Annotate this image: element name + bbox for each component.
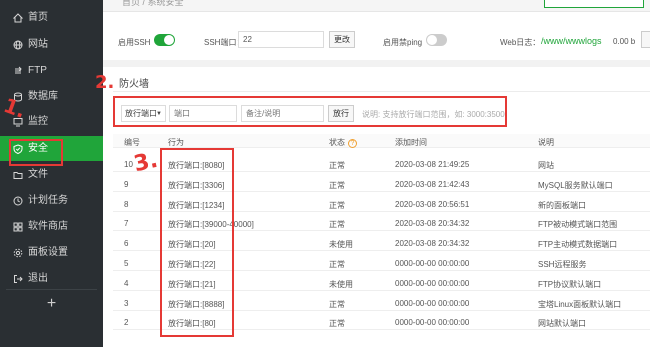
cell-desc: SSH远程服务 <box>538 260 587 269</box>
toggle-knob <box>427 35 437 45</box>
cell-time: 2020-03-08 20:34:32 <box>395 239 470 248</box>
cell-time: 0000-00-00 00:00:00 <box>395 299 470 308</box>
cell-id: 3 <box>124 299 129 308</box>
cell-status: 未使用 <box>329 240 353 249</box>
sidebar-item-label: 文件 <box>28 169 48 180</box>
sidebar-item-ftp[interactable]: FTP <box>0 58 103 83</box>
cell-id: 7 <box>124 219 129 228</box>
col-action-header: 行为 <box>168 138 184 147</box>
annotation-box-actions <box>160 148 234 337</box>
cell-desc: FTP主动模式数据端口 <box>538 240 618 249</box>
col-status-header: 状态? <box>329 137 357 148</box>
sidebar-item-label: 退出 <box>28 273 48 284</box>
status-header-label: 状态 <box>329 138 345 147</box>
logout-icon <box>12 266 24 291</box>
add-icon[interactable]: + <box>0 290 103 317</box>
cell-status: 正常 <box>329 201 345 210</box>
divider <box>113 91 650 92</box>
search-input[interactable] <box>544 0 644 8</box>
toggle-knob <box>164 35 174 45</box>
help-icon[interactable]: ? <box>348 139 357 148</box>
sidebar-item-logout[interactable]: 退出 <box>0 266 103 291</box>
cell-desc: 新的面板端口 <box>538 201 586 210</box>
ssh-toggle-label: 启用SSH <box>118 38 151 47</box>
globe-icon <box>12 32 24 57</box>
cell-status: 正常 <box>329 181 345 190</box>
store-icon <box>12 214 24 239</box>
settings-icon <box>12 240 24 265</box>
cell-status: 正常 <box>329 260 345 269</box>
cell-status: 未使用 <box>329 280 353 289</box>
sidebar: 首页 网站 FTP 数据库 监控 安全 文件 计划任务 软件商店 面板设置 退出… <box>0 0 103 347</box>
change-port-button[interactable]: 更改 <box>329 31 355 48</box>
cell-id: 2 <box>124 318 129 327</box>
home-icon <box>12 5 24 30</box>
cell-id: 6 <box>124 239 129 248</box>
firewall-title: 防火墙 <box>119 79 149 90</box>
breadcrumb: 首页 / 系统安全 <box>122 0 184 7</box>
cell-time: 2020-03-08 20:56:51 <box>395 200 470 209</box>
annotation-box-security <box>9 139 63 166</box>
cell-id: 8 <box>124 200 129 209</box>
sidebar-item-store[interactable]: 软件商店 <box>0 214 103 239</box>
clock-icon <box>12 188 24 213</box>
cell-status: 正常 <box>329 300 345 309</box>
cell-desc: FTP被动模式端口范围 <box>538 220 618 229</box>
sidebar-item-label: 计划任务 <box>28 195 68 206</box>
ping-toggle[interactable] <box>426 34 447 46</box>
cell-id: 5 <box>124 259 129 268</box>
col-id-header: 编号 <box>124 138 140 147</box>
cell-desc: 网站 <box>538 161 554 170</box>
sidebar-item-label: 首页 <box>28 12 48 23</box>
weblog-path-link[interactable]: /www/wwwlogs <box>541 36 602 46</box>
annotation-box-form <box>113 96 507 127</box>
cell-desc: 宝塔Linux面板默认端口 <box>538 300 622 309</box>
ping-toggle-label: 启用禁ping <box>383 38 423 47</box>
cell-time: 2020-03-08 21:49:25 <box>395 160 470 169</box>
sidebar-item-label: 监控 <box>28 116 48 127</box>
cell-id: 10 <box>124 160 133 169</box>
cell-status: 正常 <box>329 220 345 229</box>
cell-id: 9 <box>124 180 129 189</box>
sidebar-item-label: 软件商店 <box>28 221 68 232</box>
cell-desc: MySQL服务默认端口 <box>538 181 613 190</box>
annotation-mark-2: 2. <box>95 72 115 93</box>
cell-status: 正常 <box>329 161 345 170</box>
clear-log-button[interactable] <box>641 31 650 48</box>
sidebar-item-label: FTP <box>28 65 47 76</box>
sidebar-item-settings[interactable]: 面板设置 <box>0 240 103 265</box>
cell-time: 0000-00-00 00:00:00 <box>395 279 470 288</box>
cell-desc: 网站默认端口 <box>538 319 586 328</box>
cell-status: 正常 <box>329 319 345 328</box>
cell-time: 2020-03-08 21:42:43 <box>395 180 470 189</box>
annotation-mark-3: 3. <box>131 147 161 178</box>
sidebar-item-cron[interactable]: 计划任务 <box>0 188 103 213</box>
sidebar-item-label: 面板设置 <box>28 247 68 258</box>
weblog-label: Web日志： <box>500 38 541 47</box>
sidebar-item-website[interactable]: 网站 <box>0 32 103 57</box>
cell-time: 2020-03-08 20:34:32 <box>395 219 470 228</box>
cell-time: 0000-00-00 00:00:00 <box>395 318 470 327</box>
cell-time: 0000-00-00 00:00:00 <box>395 259 470 268</box>
cell-desc: FTP协议默认端口 <box>538 280 602 289</box>
col-time-header: 添加时间 <box>395 138 427 147</box>
col-desc-header: 说明 <box>538 138 554 147</box>
sidebar-item-label: 数据库 <box>28 91 58 102</box>
weblog-size: 0.00 b <box>613 37 636 46</box>
sidebar-item-label: 网站 <box>28 39 48 50</box>
sidebar-item-home[interactable]: 首页 <box>0 5 103 30</box>
ssh-port-input[interactable]: 22 <box>238 31 324 48</box>
section-divider <box>103 60 650 67</box>
cell-id: 4 <box>124 279 129 288</box>
ftp-icon <box>12 58 24 83</box>
table-header <box>113 134 650 148</box>
ssh-toggle[interactable] <box>154 34 175 46</box>
